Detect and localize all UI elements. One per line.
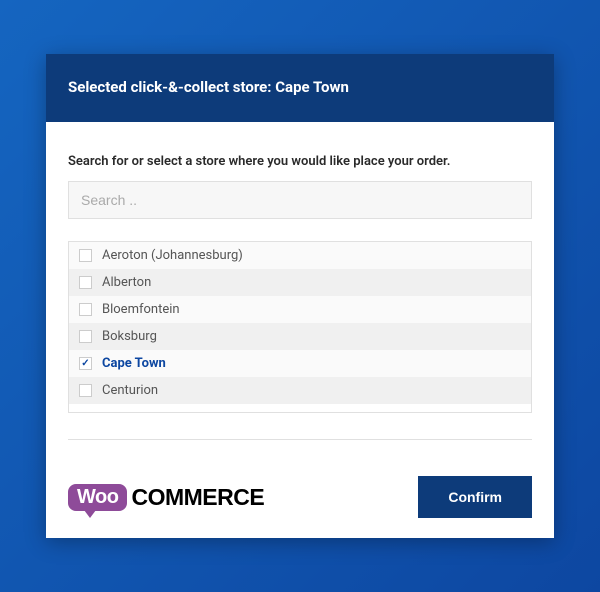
checkbox-icon[interactable] (79, 357, 92, 370)
checkbox-icon[interactable] (79, 303, 92, 316)
checkbox-icon[interactable] (79, 249, 92, 262)
list-item[interactable]: Cape Town (69, 350, 531, 377)
store-label: Boksburg (102, 329, 157, 344)
dialog-footer: Woo COMMERCE Confirm (46, 460, 554, 538)
woo-bubble-icon: Woo (68, 484, 127, 511)
dialog-body: Search for or select a store where you w… (46, 122, 554, 460)
search-input[interactable] (68, 181, 532, 219)
store-list[interactable]: Aeroton (Johannesburg) Alberton Bloemfonte… (68, 241, 532, 413)
list-item[interactable]: Centurion (69, 377, 531, 404)
store-label: Alberton (102, 275, 151, 290)
list-item[interactable]: Boksburg (69, 323, 531, 350)
commerce-text: COMMERCE (131, 484, 264, 511)
checkbox-icon[interactable] (79, 384, 92, 397)
store-label: Centurion (102, 383, 158, 398)
divider (68, 439, 532, 440)
store-label: Bloemfontein (102, 302, 180, 317)
list-item[interactable]: Bloemfontein (69, 296, 531, 323)
list-item[interactable]: Aeroton (Johannesburg) (69, 242, 531, 269)
store-label: Aeroton (Johannesburg) (102, 248, 243, 263)
confirm-button[interactable]: Confirm (418, 476, 532, 518)
dialog-title: Selected click-&-collect store: Cape Tow… (68, 78, 349, 96)
woocommerce-logo: Woo COMMERCE (68, 484, 264, 511)
store-label: Cape Town (102, 356, 166, 371)
dialog-header: Selected click-&-collect store: Cape Tow… (46, 54, 554, 122)
store-selector-dialog: Selected click-&-collect store: Cape Tow… (46, 54, 554, 538)
checkbox-icon[interactable] (79, 330, 92, 343)
list-item[interactable]: Alberton (69, 269, 531, 296)
instructions-text: Search for or select a store where you w… (68, 154, 532, 169)
checkbox-icon[interactable] (79, 276, 92, 289)
